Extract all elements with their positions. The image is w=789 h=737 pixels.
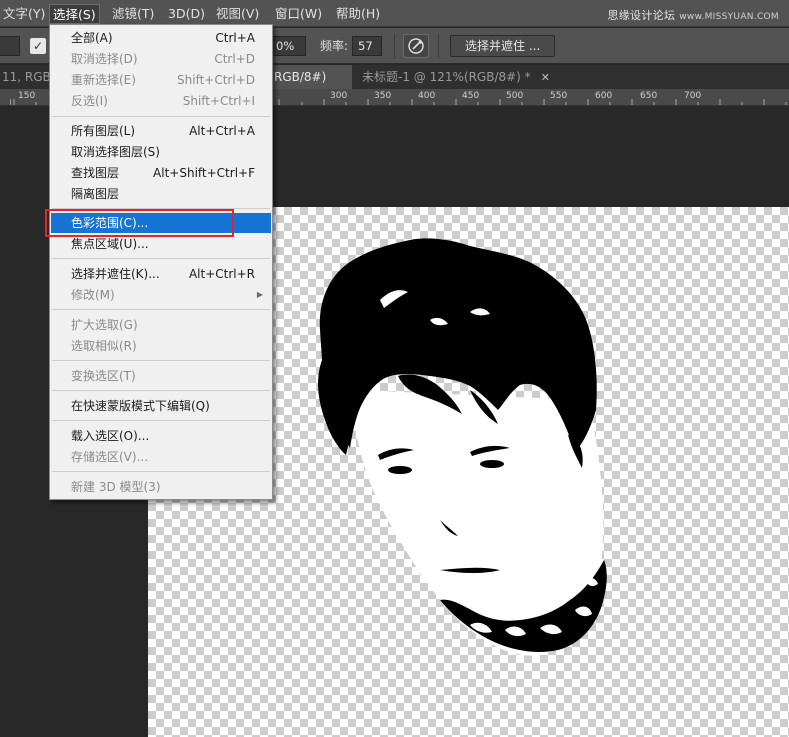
menu-item-modify[interactable]: 修改(M) ▶ [51, 285, 271, 305]
select-menu-dropdown: 全部(A) Ctrl+A 取消选择(D) Ctrl+D 重新选择(E) Shif… [49, 24, 273, 500]
menu-item-label: 新建 3D 模型(3) [71, 480, 161, 494]
menu-separator [52, 309, 270, 310]
menu-separator [52, 390, 270, 391]
menu-separator [52, 258, 270, 259]
menu-item-label: 重新选择(E) [71, 73, 136, 87]
menu-item-grow[interactable]: 扩大选取(G) [51, 315, 271, 335]
menu-separator [52, 116, 270, 117]
menu-item-label: 变换选区(T) [71, 369, 136, 383]
menu-item-label: 焦点区域(U)... [71, 237, 149, 251]
menu-item-label: 所有图层(L) [71, 124, 136, 138]
menu-item-label: 查找图层 [71, 166, 120, 180]
menu-item-deselect-layers[interactable]: 取消选择图层(S) [51, 142, 271, 162]
menu-item-reselect[interactable]: 重新选择(E) Shift+Ctrl+D [51, 70, 271, 90]
menu-separator [52, 420, 270, 421]
menu-item-shortcut: Alt+Ctrl+R [188, 267, 255, 281]
menu-item-label: 扩大选取(G) [71, 318, 138, 332]
menu-item-label: 全部(A) [71, 31, 113, 45]
menu-item-inverse[interactable]: 反选(I) Shift+Ctrl+I [51, 91, 271, 111]
menu-item-select-and-mask[interactable]: 选择并遮住(K)... Alt+Ctrl+R [51, 264, 271, 284]
menu-item-new-3d-model[interactable]: 新建 3D 模型(3) [51, 477, 271, 497]
menu-item-similar[interactable]: 选取相似(R) [51, 336, 271, 356]
menu-separator [52, 360, 270, 361]
menu-item-shortcut: Ctrl+D [214, 52, 255, 66]
menu-item-label: 载入选区(O)... [71, 429, 150, 443]
menu-item-find-layers[interactable]: 查找图层 Alt+Shift+Ctrl+F [51, 163, 271, 183]
menu-item-label: 取消选择(D) [71, 52, 138, 66]
menu-item-label: 存储选区(V)... [71, 450, 149, 464]
menu-item-label: 选择并遮住(K)... [71, 267, 160, 281]
menu-item-quick-mask[interactable]: 在快速蒙版模式下编辑(Q) [51, 396, 271, 416]
menu-item-label: 选取相似(R) [71, 339, 137, 353]
menu-item-select-all[interactable]: 全部(A) Ctrl+A [51, 28, 271, 48]
menu-item-focus-area[interactable]: 焦点区域(U)... [51, 234, 271, 254]
menu-item-deselect[interactable]: 取消选择(D) Ctrl+D [51, 49, 271, 69]
menu-item-shortcut: Ctrl+A [215, 31, 255, 45]
menu-item-shortcut: Alt+Ctrl+A [189, 124, 255, 138]
menu-item-label: 取消选择图层(S) [71, 145, 160, 159]
menu-item-shortcut: Shift+Ctrl+I [182, 94, 255, 108]
menu-item-shortcut: Alt+Shift+Ctrl+F [153, 166, 255, 180]
menu-item-label: 反选(I) [71, 94, 108, 108]
menu-item-save-selection[interactable]: 存储选区(V)... [51, 447, 271, 467]
menu-item-transform-selection[interactable]: 变换选区(T) [51, 366, 271, 386]
menu-item-shortcut: Shift+Ctrl+D [177, 73, 255, 87]
menu-separator [52, 471, 270, 472]
highlight-annotation-box [45, 209, 234, 237]
submenu-arrow-icon: ▶ [256, 290, 263, 299]
menu-item-isolate-layers[interactable]: 隔离图层 [51, 184, 271, 204]
menu-item-label: 在快速蒙版模式下编辑(Q) [71, 399, 210, 413]
menu-item-all-layers[interactable]: 所有图层(L) Alt+Ctrl+A [51, 121, 271, 141]
menu-item-load-selection[interactable]: 载入选区(O)... [51, 426, 271, 446]
menu-item-label: 隔离图层 [71, 187, 120, 201]
menu-item-label: 修改(M) [71, 288, 115, 302]
